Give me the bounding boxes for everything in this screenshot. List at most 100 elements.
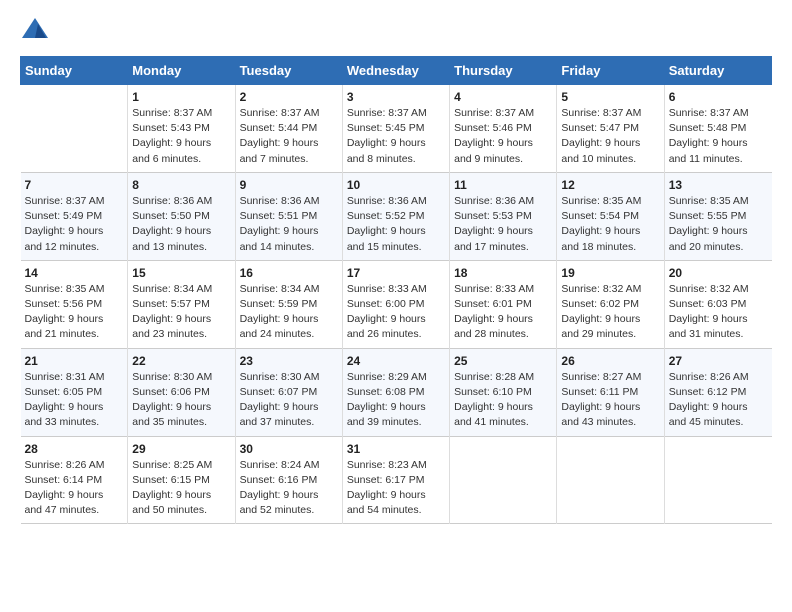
calendar-cell: 1 Sunrise: 8:37 AMSunset: 5:43 PMDaylight… <box>128 85 235 173</box>
cell-info: Sunrise: 8:35 AMSunset: 5:54 PMDaylight:… <box>561 194 659 255</box>
calendar-cell: 8Sunrise: 8:36 AMSunset: 5:50 PMDaylight… <box>128 172 235 260</box>
calendar-table: SundayMondayTuesdayWednesdayThursdayFrid… <box>20 56 772 524</box>
cell-info: Sunrise: 8:29 AMSunset: 6:08 PMDaylight:… <box>347 370 445 431</box>
day-number: 20 <box>669 266 768 280</box>
cell-info: Sunrise: 8:33 AMSunset: 6:00 PMDaylight:… <box>347 282 445 343</box>
logo-icon <box>20 16 50 44</box>
day-number: 7 <box>25 178 124 192</box>
cell-info: Sunrise: 8:33 AMSunset: 6:01 PMDaylight:… <box>454 282 552 343</box>
calendar-cell: 4 Sunrise: 8:37 AMSunset: 5:46 PMDaylight… <box>450 85 557 173</box>
cell-info: Sunrise: 8:35 AMSunset: 5:56 PMDaylight:… <box>25 282 124 343</box>
cell-info: Sunrise: 8:25 AMSunset: 6:15 PMDaylight:… <box>132 458 230 519</box>
cell-info: Sunrise: 8:28 AMSunset: 6:10 PMDaylight:… <box>454 370 552 431</box>
day-number: 1 <box>132 90 230 104</box>
day-number: 21 <box>25 354 124 368</box>
calendar-cell <box>21 85 128 173</box>
calendar-cell: 9 Sunrise: 8:36 AMSunset: 5:51 PMDaylight… <box>235 172 342 260</box>
day-number: 26 <box>561 354 659 368</box>
day-number: 11 <box>454 178 552 192</box>
day-number: 23 <box>240 354 338 368</box>
cell-info: Sunrise: 8:32 AMSunset: 6:02 PMDaylight:… <box>561 282 659 343</box>
cell-info: Sunrise: 8:27 AMSunset: 6:11 PMDaylight:… <box>561 370 659 431</box>
calendar-cell: 3 Sunrise: 8:37 AMSunset: 5:45 PMDaylight… <box>342 85 449 173</box>
cell-info: Sunrise: 8:34 AMSunset: 5:59 PMDaylight:… <box>240 282 338 343</box>
header-cell-sunday: Sunday <box>21 57 128 85</box>
calendar-cell: 23 Sunrise: 8:30 AMSunset: 6:07 PMDayligh… <box>235 348 342 436</box>
calendar-cell: 7Sunrise: 8:37 AMSunset: 5:49 PMDaylight… <box>21 172 128 260</box>
cell-info: Sunrise: 8:37 AMSunset: 5:47 PMDaylight:… <box>561 106 659 167</box>
calendar-cell: 14 Sunrise: 8:35 AMSunset: 5:56 PMDayligh… <box>21 260 128 348</box>
day-number: 5 <box>561 90 659 104</box>
cell-info: Sunrise: 8:37 AMSunset: 5:44 PMDaylight:… <box>240 106 338 167</box>
calendar-cell: 10 Sunrise: 8:36 AMSunset: 5:52 PMDayligh… <box>342 172 449 260</box>
cell-info: Sunrise: 8:26 AMSunset: 6:12 PMDaylight:… <box>669 370 768 431</box>
day-number: 10 <box>347 178 445 192</box>
calendar-cell: 25 Sunrise: 8:28 AMSunset: 6:10 PMDayligh… <box>450 348 557 436</box>
calendar-cell: 30 Sunrise: 8:24 AMSunset: 6:16 PMDayligh… <box>235 436 342 524</box>
calendar-cell <box>450 436 557 524</box>
cell-info: Sunrise: 8:37 AMSunset: 5:48 PMDaylight:… <box>669 106 768 167</box>
header-cell-saturday: Saturday <box>664 57 771 85</box>
header-row: SundayMondayTuesdayWednesdayThursdayFrid… <box>21 57 772 85</box>
day-number: 2 <box>240 90 338 104</box>
calendar-cell: 11 Sunrise: 8:36 AMSunset: 5:53 PMDayligh… <box>450 172 557 260</box>
calendar-cell: 2 Sunrise: 8:37 AMSunset: 5:44 PMDaylight… <box>235 85 342 173</box>
calendar-cell: 13 Sunrise: 8:35 AMSunset: 5:55 PMDayligh… <box>664 172 771 260</box>
day-number: 24 <box>347 354 445 368</box>
header-cell-friday: Friday <box>557 57 664 85</box>
calendar-cell: 6 Sunrise: 8:37 AMSunset: 5:48 PMDaylight… <box>664 85 771 173</box>
day-number: 31 <box>347 442 445 456</box>
calendar-cell: 22Sunrise: 8:30 AMSunset: 6:06 PMDayligh… <box>128 348 235 436</box>
header-cell-monday: Monday <box>128 57 235 85</box>
day-number: 30 <box>240 442 338 456</box>
calendar-cell <box>664 436 771 524</box>
day-number: 3 <box>347 90 445 104</box>
cell-info: Sunrise: 8:37 AMSunset: 5:45 PMDaylight:… <box>347 106 445 167</box>
calendar-cell: 12 Sunrise: 8:35 AMSunset: 5:54 PMDayligh… <box>557 172 664 260</box>
calendar-cell: 31 Sunrise: 8:23 AMSunset: 6:17 PMDayligh… <box>342 436 449 524</box>
day-number: 12 <box>561 178 659 192</box>
calendar-cell: 16Sunrise: 8:34 AMSunset: 5:59 PMDayligh… <box>235 260 342 348</box>
day-number: 14 <box>25 266 124 280</box>
day-number: 6 <box>669 90 768 104</box>
day-number: 27 <box>669 354 768 368</box>
cell-info: Sunrise: 8:34 AMSunset: 5:57 PMDaylight:… <box>132 282 230 343</box>
cell-info: Sunrise: 8:30 AMSunset: 6:07 PMDaylight:… <box>240 370 338 431</box>
week-row-2: 7Sunrise: 8:37 AMSunset: 5:49 PMDaylight… <box>21 172 772 260</box>
cell-info: Sunrise: 8:31 AMSunset: 6:05 PMDaylight:… <box>25 370 124 431</box>
calendar-cell: 21 Sunrise: 8:31 AMSunset: 6:05 PMDayligh… <box>21 348 128 436</box>
calendar-cell <box>557 436 664 524</box>
calendar-cell: 20Sunrise: 8:32 AMSunset: 6:03 PMDayligh… <box>664 260 771 348</box>
day-number: 17 <box>347 266 445 280</box>
cell-info: Sunrise: 8:36 AMSunset: 5:52 PMDaylight:… <box>347 194 445 255</box>
day-number: 29 <box>132 442 230 456</box>
calendar-cell: 29 Sunrise: 8:25 AMSunset: 6:15 PMDayligh… <box>128 436 235 524</box>
page-header <box>20 16 772 44</box>
cell-info: Sunrise: 8:37 AMSunset: 5:43 PMDaylight:… <box>132 106 230 167</box>
day-number: 15 <box>132 266 230 280</box>
day-number: 9 <box>240 178 338 192</box>
week-row-3: 14 Sunrise: 8:35 AMSunset: 5:56 PMDayligh… <box>21 260 772 348</box>
calendar-cell: 18Sunrise: 8:33 AMSunset: 6:01 PMDayligh… <box>450 260 557 348</box>
week-row-5: 28Sunrise: 8:26 AMSunset: 6:14 PMDayligh… <box>21 436 772 524</box>
calendar-cell: 5 Sunrise: 8:37 AMSunset: 5:47 PMDaylight… <box>557 85 664 173</box>
calendar-cell: 17 Sunrise: 8:33 AMSunset: 6:00 PMDayligh… <box>342 260 449 348</box>
cell-info: Sunrise: 8:36 AMSunset: 5:53 PMDaylight:… <box>454 194 552 255</box>
day-number: 13 <box>669 178 768 192</box>
day-number: 22 <box>132 354 230 368</box>
cell-info: Sunrise: 8:35 AMSunset: 5:55 PMDaylight:… <box>669 194 768 255</box>
cell-info: Sunrise: 8:26 AMSunset: 6:14 PMDaylight:… <box>25 458 124 519</box>
header-cell-thursday: Thursday <box>450 57 557 85</box>
page-container: SundayMondayTuesdayWednesdayThursdayFrid… <box>0 0 792 534</box>
header-cell-wednesday: Wednesday <box>342 57 449 85</box>
cell-info: Sunrise: 8:24 AMSunset: 6:16 PMDaylight:… <box>240 458 338 519</box>
cell-info: Sunrise: 8:23 AMSunset: 6:17 PMDaylight:… <box>347 458 445 519</box>
day-number: 4 <box>454 90 552 104</box>
cell-info: Sunrise: 8:36 AMSunset: 5:51 PMDaylight:… <box>240 194 338 255</box>
cell-info: Sunrise: 8:37 AMSunset: 5:46 PMDaylight:… <box>454 106 552 167</box>
day-number: 25 <box>454 354 552 368</box>
calendar-cell: 26 Sunrise: 8:27 AMSunset: 6:11 PMDayligh… <box>557 348 664 436</box>
week-row-1: 1 Sunrise: 8:37 AMSunset: 5:43 PMDaylight… <box>21 85 772 173</box>
week-row-4: 21 Sunrise: 8:31 AMSunset: 6:05 PMDayligh… <box>21 348 772 436</box>
calendar-cell: 24 Sunrise: 8:29 AMSunset: 6:08 PMDayligh… <box>342 348 449 436</box>
